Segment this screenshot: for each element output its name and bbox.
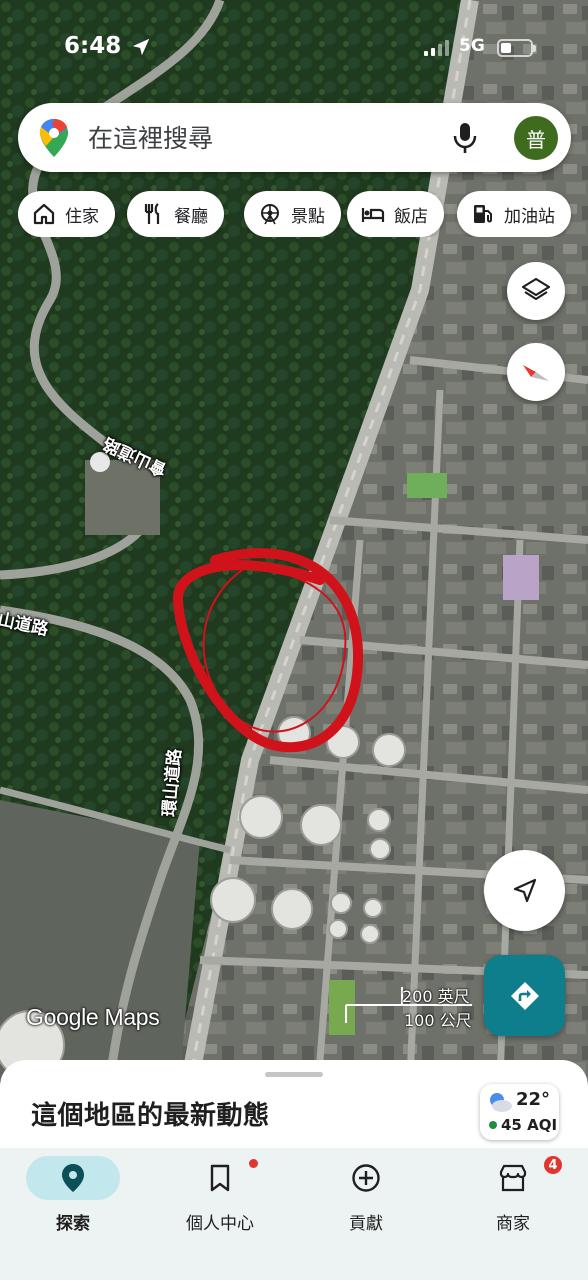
nav-you[interactable]: 個人中心 bbox=[153, 1156, 283, 1246]
partly-cloudy-icon bbox=[490, 1093, 512, 1112]
google-maps-logo-icon bbox=[40, 119, 68, 157]
air-quality-index: 45 AQI bbox=[501, 1116, 558, 1134]
chip-home-label: 住家 bbox=[65, 206, 99, 227]
my-location-button[interactable] bbox=[484, 850, 565, 931]
directions-button[interactable] bbox=[484, 955, 565, 1036]
microphone-icon[interactable] bbox=[450, 121, 480, 155]
search-input[interactable] bbox=[88, 120, 428, 156]
chip-hotels[interactable]: 飯店 bbox=[347, 191, 444, 237]
category-chips: 住家 餐廳 景點 飯店 加油站 bbox=[18, 191, 588, 237]
nav-business[interactable]: 4 商家 bbox=[446, 1154, 576, 1246]
sheet-drag-handle[interactable] bbox=[265, 1072, 323, 1077]
chip-gas-stations-label: 加油站 bbox=[504, 206, 555, 227]
status-bar: 6:48 5G bbox=[0, 0, 588, 96]
account-avatar[interactable]: 普 bbox=[514, 116, 558, 160]
search-bar[interactable]: 普 bbox=[18, 103, 571, 172]
nav-explore[interactable]: 探索 bbox=[6, 1156, 136, 1246]
cellular-signal-icon bbox=[424, 40, 449, 56]
nav-contribute-label: 貢獻 bbox=[349, 1214, 383, 1234]
nav-you-icon-wrap bbox=[173, 1156, 267, 1200]
temperature: 22° bbox=[516, 1089, 551, 1110]
nav-contribute[interactable]: 貢獻 bbox=[299, 1156, 429, 1246]
weather-card[interactable]: 22° 45 AQI bbox=[480, 1084, 559, 1140]
latest-in-area-title: 這個地區的最新動態 bbox=[31, 1101, 270, 1131]
layers-icon bbox=[521, 277, 551, 301]
battery-icon bbox=[497, 39, 536, 57]
business-icon bbox=[499, 1164, 527, 1192]
map-scale: 200 英尺 100 公尺 bbox=[344, 983, 474, 1030]
location-services-icon bbox=[132, 38, 150, 56]
compass-button[interactable] bbox=[507, 343, 565, 401]
contribute-icon bbox=[352, 1164, 380, 1192]
scale-imperial: 200 英尺 bbox=[402, 987, 470, 1006]
scale-metric: 100 公尺 bbox=[404, 1011, 472, 1030]
map-layers-button[interactable] bbox=[507, 262, 565, 320]
aqi-status-dot bbox=[489, 1121, 497, 1129]
chip-hotels-label: 飯店 bbox=[394, 206, 428, 227]
nav-you-label: 個人中心 bbox=[186, 1214, 254, 1234]
bottom-sheet[interactable]: 這個地區的最新動態 22° 45 AQI bbox=[0, 1060, 588, 1160]
explore-pin-icon bbox=[62, 1164, 84, 1192]
home-icon bbox=[33, 203, 55, 225]
navigation-arrow-icon bbox=[513, 878, 536, 902]
nav-contribute-icon-wrap bbox=[319, 1156, 413, 1200]
chip-gas-stations[interactable]: 加油站 bbox=[457, 191, 571, 237]
nav-explore-highlight bbox=[26, 1156, 120, 1200]
bottom-navigation: 探索 個人中心 貢獻 4 商家 bbox=[0, 1148, 588, 1280]
bookmark-icon bbox=[210, 1164, 230, 1192]
attraction-icon bbox=[261, 204, 279, 225]
status-time: 6:48 bbox=[64, 33, 122, 59]
compass-icon bbox=[523, 365, 549, 381]
network-type: 5G bbox=[459, 36, 485, 56]
chip-attractions[interactable]: 景點 bbox=[244, 191, 341, 237]
nav-business-icon-wrap: 4 bbox=[466, 1154, 564, 1200]
gas-station-icon bbox=[474, 205, 492, 223]
business-badge-count: 4 bbox=[542, 1154, 564, 1176]
nav-explore-label: 探索 bbox=[56, 1214, 90, 1234]
notification-dot bbox=[249, 1159, 258, 1168]
restaurant-icon bbox=[144, 203, 160, 224]
nav-business-label: 商家 bbox=[496, 1214, 530, 1234]
google-maps-watermark: Google Maps bbox=[26, 1004, 160, 1030]
chip-attractions-label: 景點 bbox=[291, 206, 325, 227]
chip-restaurants-label: 餐廳 bbox=[174, 206, 208, 227]
chip-restaurants[interactable]: 餐廳 bbox=[127, 191, 224, 237]
chip-home[interactable]: 住家 bbox=[18, 191, 115, 237]
hotel-icon bbox=[361, 208, 385, 222]
directions-icon bbox=[510, 981, 539, 1010]
